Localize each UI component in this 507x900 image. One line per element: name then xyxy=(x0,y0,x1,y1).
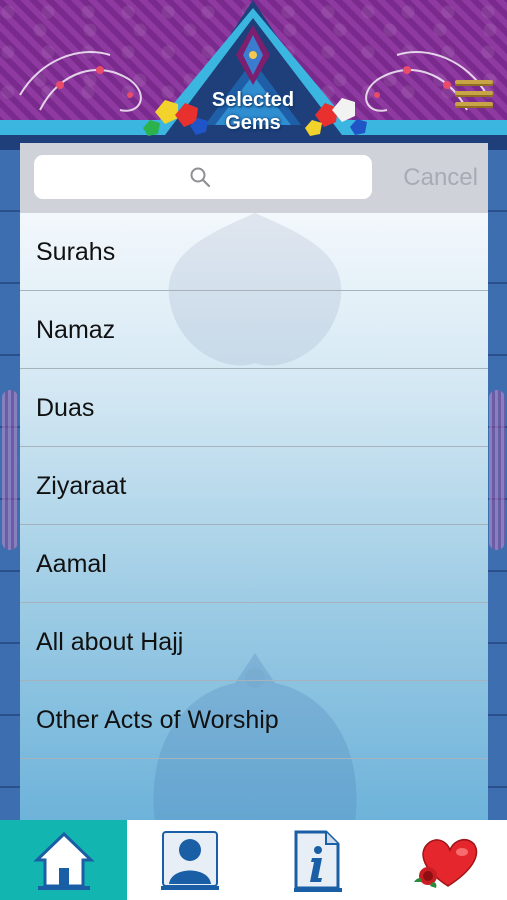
list-item[interactable]: Namaz xyxy=(20,291,488,369)
left-border-ornament xyxy=(0,140,20,820)
tab-favorites[interactable] xyxy=(380,820,507,900)
app-title-line1: Selected xyxy=(211,89,295,111)
list-item-label: Ziyaraat xyxy=(36,472,127,500)
tab-bar xyxy=(0,820,507,900)
list-item[interactable]: Other Acts of Worship xyxy=(20,681,488,759)
list-item-label: All about Hajj xyxy=(36,628,184,656)
tab-profile[interactable] xyxy=(127,820,254,900)
menu-bar xyxy=(455,80,493,86)
right-border-ornament xyxy=(487,140,507,820)
profile-icon xyxy=(161,831,219,890)
list-item[interactable]: Surahs xyxy=(20,213,488,291)
heart-rose-icon xyxy=(414,839,478,888)
menu-bar xyxy=(455,102,493,108)
category-list: Surahs Namaz Duas Ziyaraat Aamal All abo… xyxy=(20,213,488,820)
search-icon xyxy=(190,167,211,188)
info-icon xyxy=(294,830,342,892)
list-item[interactable]: Aamal xyxy=(20,525,488,603)
list-item-label: Duas xyxy=(36,394,95,422)
list-item[interactable]: All about Hajj xyxy=(20,603,488,681)
list-item-label: Namaz xyxy=(36,316,116,344)
search-input[interactable] xyxy=(34,155,372,199)
list-item-label: Other Acts of Worship xyxy=(36,706,279,734)
list-item-label: Surahs xyxy=(36,238,116,266)
header: Selected Gems xyxy=(0,0,507,150)
tab-info[interactable] xyxy=(254,820,380,900)
list-item[interactable]: Duas xyxy=(20,369,488,447)
app-title-line2: Gems xyxy=(225,112,281,134)
list-item[interactable]: Ziyaraat xyxy=(20,447,488,525)
tab-home[interactable] xyxy=(0,820,127,900)
app-title: Selected Gems xyxy=(203,89,303,135)
list-item-label: Aamal xyxy=(36,550,107,578)
cancel-button[interactable]: Cancel xyxy=(388,159,478,197)
search-bar: Cancel xyxy=(20,143,488,213)
hamburger-menu-icon[interactable] xyxy=(455,80,493,114)
home-icon xyxy=(33,831,95,890)
menu-bar xyxy=(455,91,493,97)
